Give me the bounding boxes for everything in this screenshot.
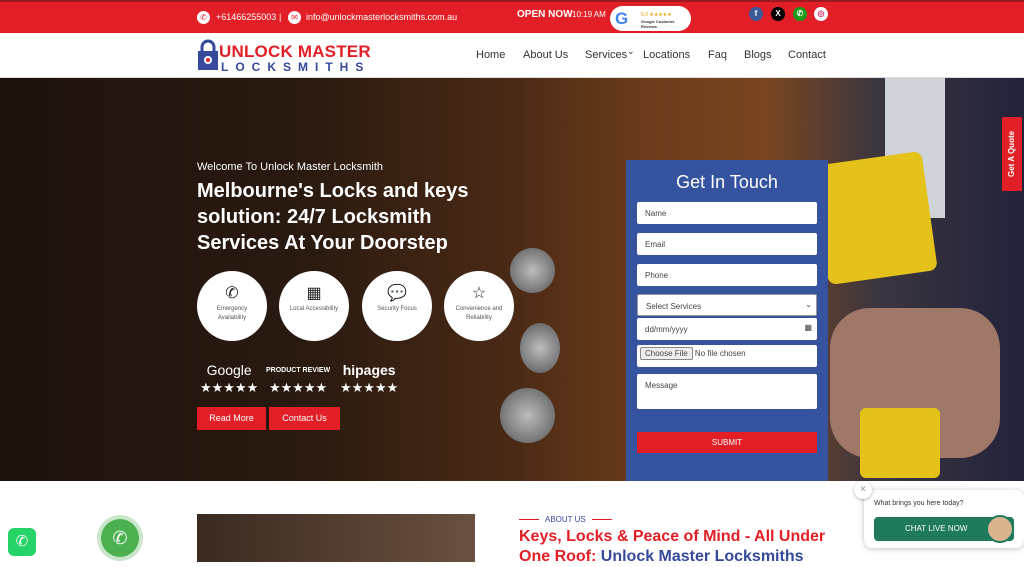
agent-avatar bbox=[986, 515, 1014, 543]
google-rating: 5.0 ★★★★★ bbox=[641, 12, 672, 18]
chat-question: What brings you here today? bbox=[874, 500, 964, 507]
contact-form: Get In Touch Name Email Phone Select Ser… bbox=[626, 160, 828, 481]
x-icon[interactable]: X bbox=[771, 7, 785, 21]
nav-about-us[interactable]: About Us bbox=[523, 49, 568, 61]
background-door-knob bbox=[520, 323, 560, 373]
phone-field[interactable]: Phone bbox=[637, 264, 817, 286]
about-image bbox=[197, 514, 475, 562]
contact-us-button[interactable]: Contact Us bbox=[269, 407, 340, 430]
feature-label: Local Accessibility bbox=[289, 306, 339, 312]
name-field[interactable]: Name bbox=[637, 202, 817, 224]
nav-faq[interactable]: Faq bbox=[708, 49, 727, 61]
background-door-knob bbox=[500, 388, 555, 443]
about-title-blue: Unlock Master Locksmiths bbox=[600, 548, 804, 565]
star-icon: ☆ bbox=[471, 285, 487, 302]
whatsapp-icon[interactable]: ✆ bbox=[793, 7, 807, 21]
read-more-button[interactable]: Read More bbox=[197, 407, 266, 430]
review-stars: ★★★★★ bbox=[340, 380, 399, 395]
nav-contact[interactable]: Contact bbox=[788, 49, 826, 61]
feature-label: Emergency Availability bbox=[216, 306, 248, 321]
chevron-down-icon: ⌄ bbox=[805, 300, 812, 309]
hero-section bbox=[0, 78, 1024, 481]
about-tag: ABOUT US bbox=[519, 515, 618, 524]
call-float-icon[interactable]: ✆ bbox=[101, 519, 139, 557]
close-icon[interactable]: × bbox=[854, 481, 872, 499]
services-select[interactable]: Select Services ⌄ bbox=[637, 294, 817, 316]
review-logo: PRODUCT REVIEW bbox=[266, 367, 331, 374]
open-now-label: OPEN NOW bbox=[517, 9, 573, 20]
logo-text-bottom: LOCKSMITHS bbox=[221, 60, 371, 74]
feature-label: Convenience and Reliability bbox=[455, 306, 503, 321]
instagram-icon[interactable]: ◎ bbox=[814, 7, 828, 21]
feature-local: ▦ Local Accessibility bbox=[279, 271, 349, 341]
chat-bubble-icon: 💬 bbox=[387, 285, 407, 302]
phone-icon: ✆ bbox=[225, 285, 239, 302]
facebook-icon[interactable]: f bbox=[749, 7, 763, 21]
google-review: Google ★★★★★ bbox=[200, 362, 258, 396]
services-select-value: Select Services bbox=[646, 302, 702, 311]
background-drill-base bbox=[860, 408, 940, 478]
email-link[interactable]: info@unlockmasterlocksmiths.com.au bbox=[306, 12, 457, 22]
calendar-icon[interactable]: ▦ bbox=[804, 323, 812, 332]
nav-services[interactable]: Services bbox=[585, 49, 627, 61]
feature-convenience: ☆ Convenience and Reliability bbox=[444, 271, 514, 341]
main-nav: UNLOCK MASTER LOCKSMITHS Home About Us S… bbox=[0, 33, 1024, 78]
current-time: 10:19 AM bbox=[572, 10, 606, 19]
feature-emergency: ✆ Emergency Availability bbox=[197, 271, 267, 341]
google-g-icon: G bbox=[615, 9, 629, 28]
get-a-quote-tab[interactable]: Get A Quote bbox=[1002, 117, 1022, 191]
chevron-down-icon[interactable]: ⌄ bbox=[627, 46, 635, 57]
padlock-logo-icon[interactable] bbox=[197, 39, 219, 71]
hero-welcome: Welcome To Unlock Master Locksmith bbox=[197, 161, 384, 173]
phone-link[interactable]: +61466255003 bbox=[216, 12, 276, 22]
nav-home[interactable]: Home bbox=[476, 49, 505, 61]
date-placeholder: dd/mm/yyyy bbox=[645, 325, 688, 334]
hero-title: Melbourne's Locks and keys solution: 24/… bbox=[197, 180, 469, 254]
hipages-review: hipages ★★★★★ bbox=[340, 362, 398, 396]
message-field[interactable]: Message bbox=[637, 374, 817, 409]
form-title: Get In Touch bbox=[676, 172, 778, 192]
phone-icon: ✆ bbox=[197, 11, 210, 24]
feature-label: Security Focus bbox=[377, 306, 417, 312]
separator: | bbox=[279, 12, 282, 22]
feature-security: 💬 Security Focus bbox=[362, 271, 432, 341]
about-title: Keys, Locks & Peace of Mind - All Under … bbox=[519, 527, 839, 567]
date-field[interactable]: dd/mm/yyyy ▦ bbox=[637, 318, 817, 340]
submit-button[interactable]: SUBMIT bbox=[637, 432, 817, 453]
chat-widget: What brings you here today? CHAT LIVE NO… bbox=[864, 490, 1024, 548]
top-bar: ✆ +61466255003 | ✉ info@unlockmasterlock… bbox=[0, 0, 1024, 33]
productreview-review: PRODUCT REVIEW ★★★★★ bbox=[266, 362, 330, 396]
file-status: No file chosen bbox=[694, 349, 746, 358]
google-reviews-badge[interactable]: G 5.0 ★★★★★ Google Customer Reviews bbox=[610, 6, 691, 31]
logo-text-top: UNLOCK MASTER bbox=[219, 42, 371, 61]
google-badge-text: Google Customer Reviews bbox=[641, 19, 675, 29]
review-stars: ★★★★★ bbox=[200, 380, 259, 395]
review-stars: ★★★★★ bbox=[268, 380, 328, 395]
file-field[interactable]: Choose File No file chosen bbox=[637, 345, 817, 367]
whatsapp-float-icon[interactable]: ✆ bbox=[8, 528, 36, 556]
nav-blogs[interactable]: Blogs bbox=[744, 49, 772, 61]
review-logo: Google bbox=[206, 362, 252, 378]
email-icon: ✉ bbox=[288, 11, 301, 24]
building-icon: ▦ bbox=[306, 285, 322, 302]
choose-file-button[interactable]: Choose File bbox=[640, 347, 693, 360]
email-field[interactable]: Email bbox=[637, 233, 817, 255]
nav-locations[interactable]: Locations bbox=[643, 49, 690, 61]
background-drill bbox=[812, 150, 938, 286]
review-logo: hipages bbox=[342, 362, 396, 378]
